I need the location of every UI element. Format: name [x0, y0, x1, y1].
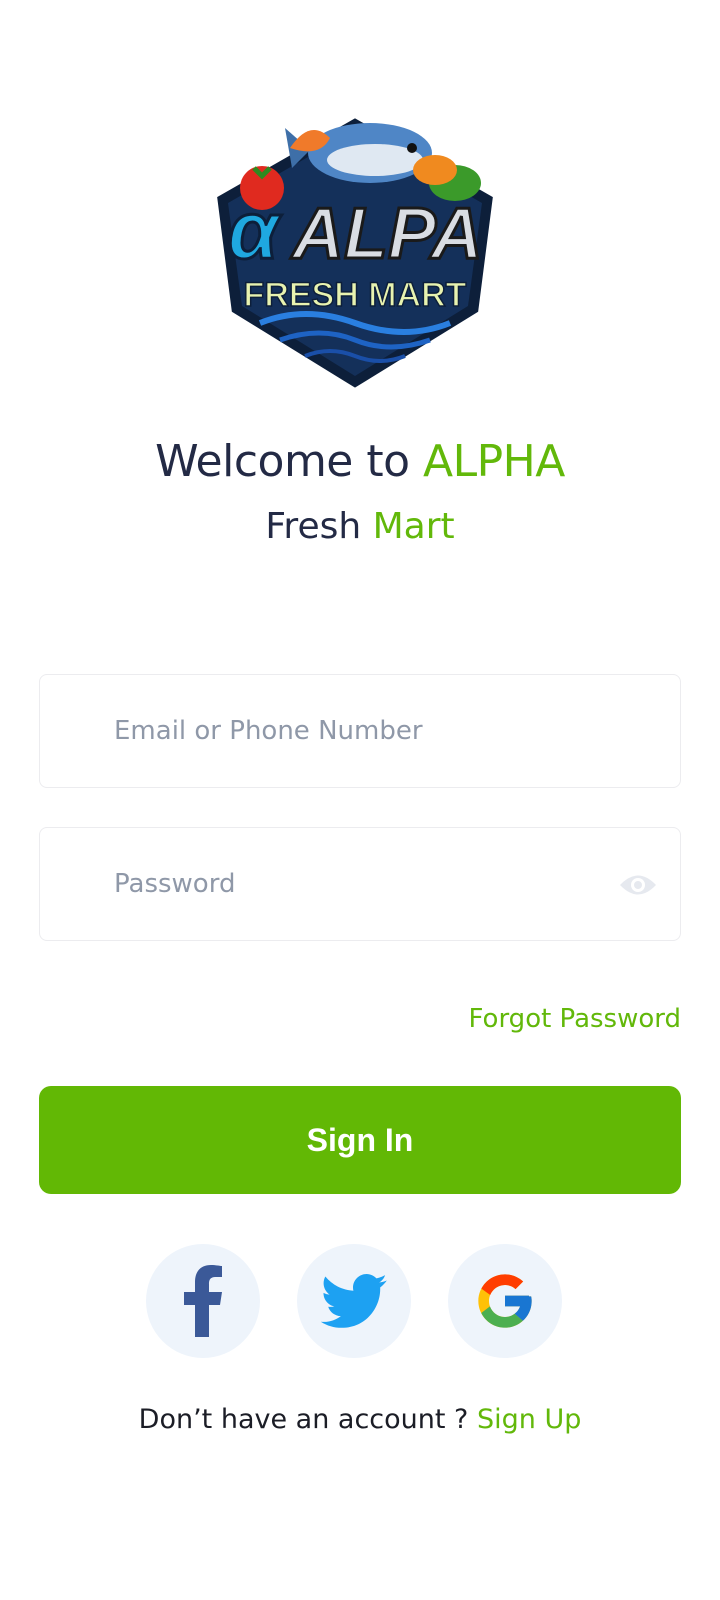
password-field-container: [39, 827, 681, 941]
twitter-button[interactable]: [297, 1244, 411, 1358]
welcome-prefix: Welcome to: [155, 436, 424, 487]
signup-prompt-text: Don’t have an account ?: [138, 1404, 477, 1435]
email-field-container: [39, 674, 681, 788]
alpa-fresh-mart-logo: α ALPA FRESH MART: [200, 108, 510, 398]
twitter-icon: [321, 1274, 387, 1328]
facebook-icon: [184, 1265, 222, 1337]
password-field[interactable]: [114, 828, 594, 940]
welcome-heading: Welcome to ALPHA: [0, 436, 720, 487]
welcome-brand: ALPHA: [423, 436, 565, 487]
google-button[interactable]: [448, 1244, 562, 1358]
sub-brand: Mart: [372, 506, 455, 547]
sign-up-link[interactable]: Sign Up: [477, 1404, 581, 1435]
signup-prompt: Don’t have an account ? Sign Up: [0, 1404, 720, 1435]
forgot-password-link[interactable]: Forgot Password: [469, 1004, 681, 1034]
svg-text:ALPA: ALPA: [290, 194, 483, 274]
svg-text:α: α: [228, 185, 282, 276]
facebook-button[interactable]: [146, 1244, 260, 1358]
eye-icon[interactable]: [618, 868, 658, 902]
sub-prefix: Fresh: [265, 506, 373, 547]
svg-text:FRESH MART: FRESH MART: [244, 276, 467, 314]
email-field[interactable]: [114, 675, 594, 787]
welcome-subheading: Fresh Mart: [0, 506, 720, 547]
sign-in-button[interactable]: Sign In: [39, 1086, 681, 1194]
google-icon: [478, 1274, 532, 1328]
